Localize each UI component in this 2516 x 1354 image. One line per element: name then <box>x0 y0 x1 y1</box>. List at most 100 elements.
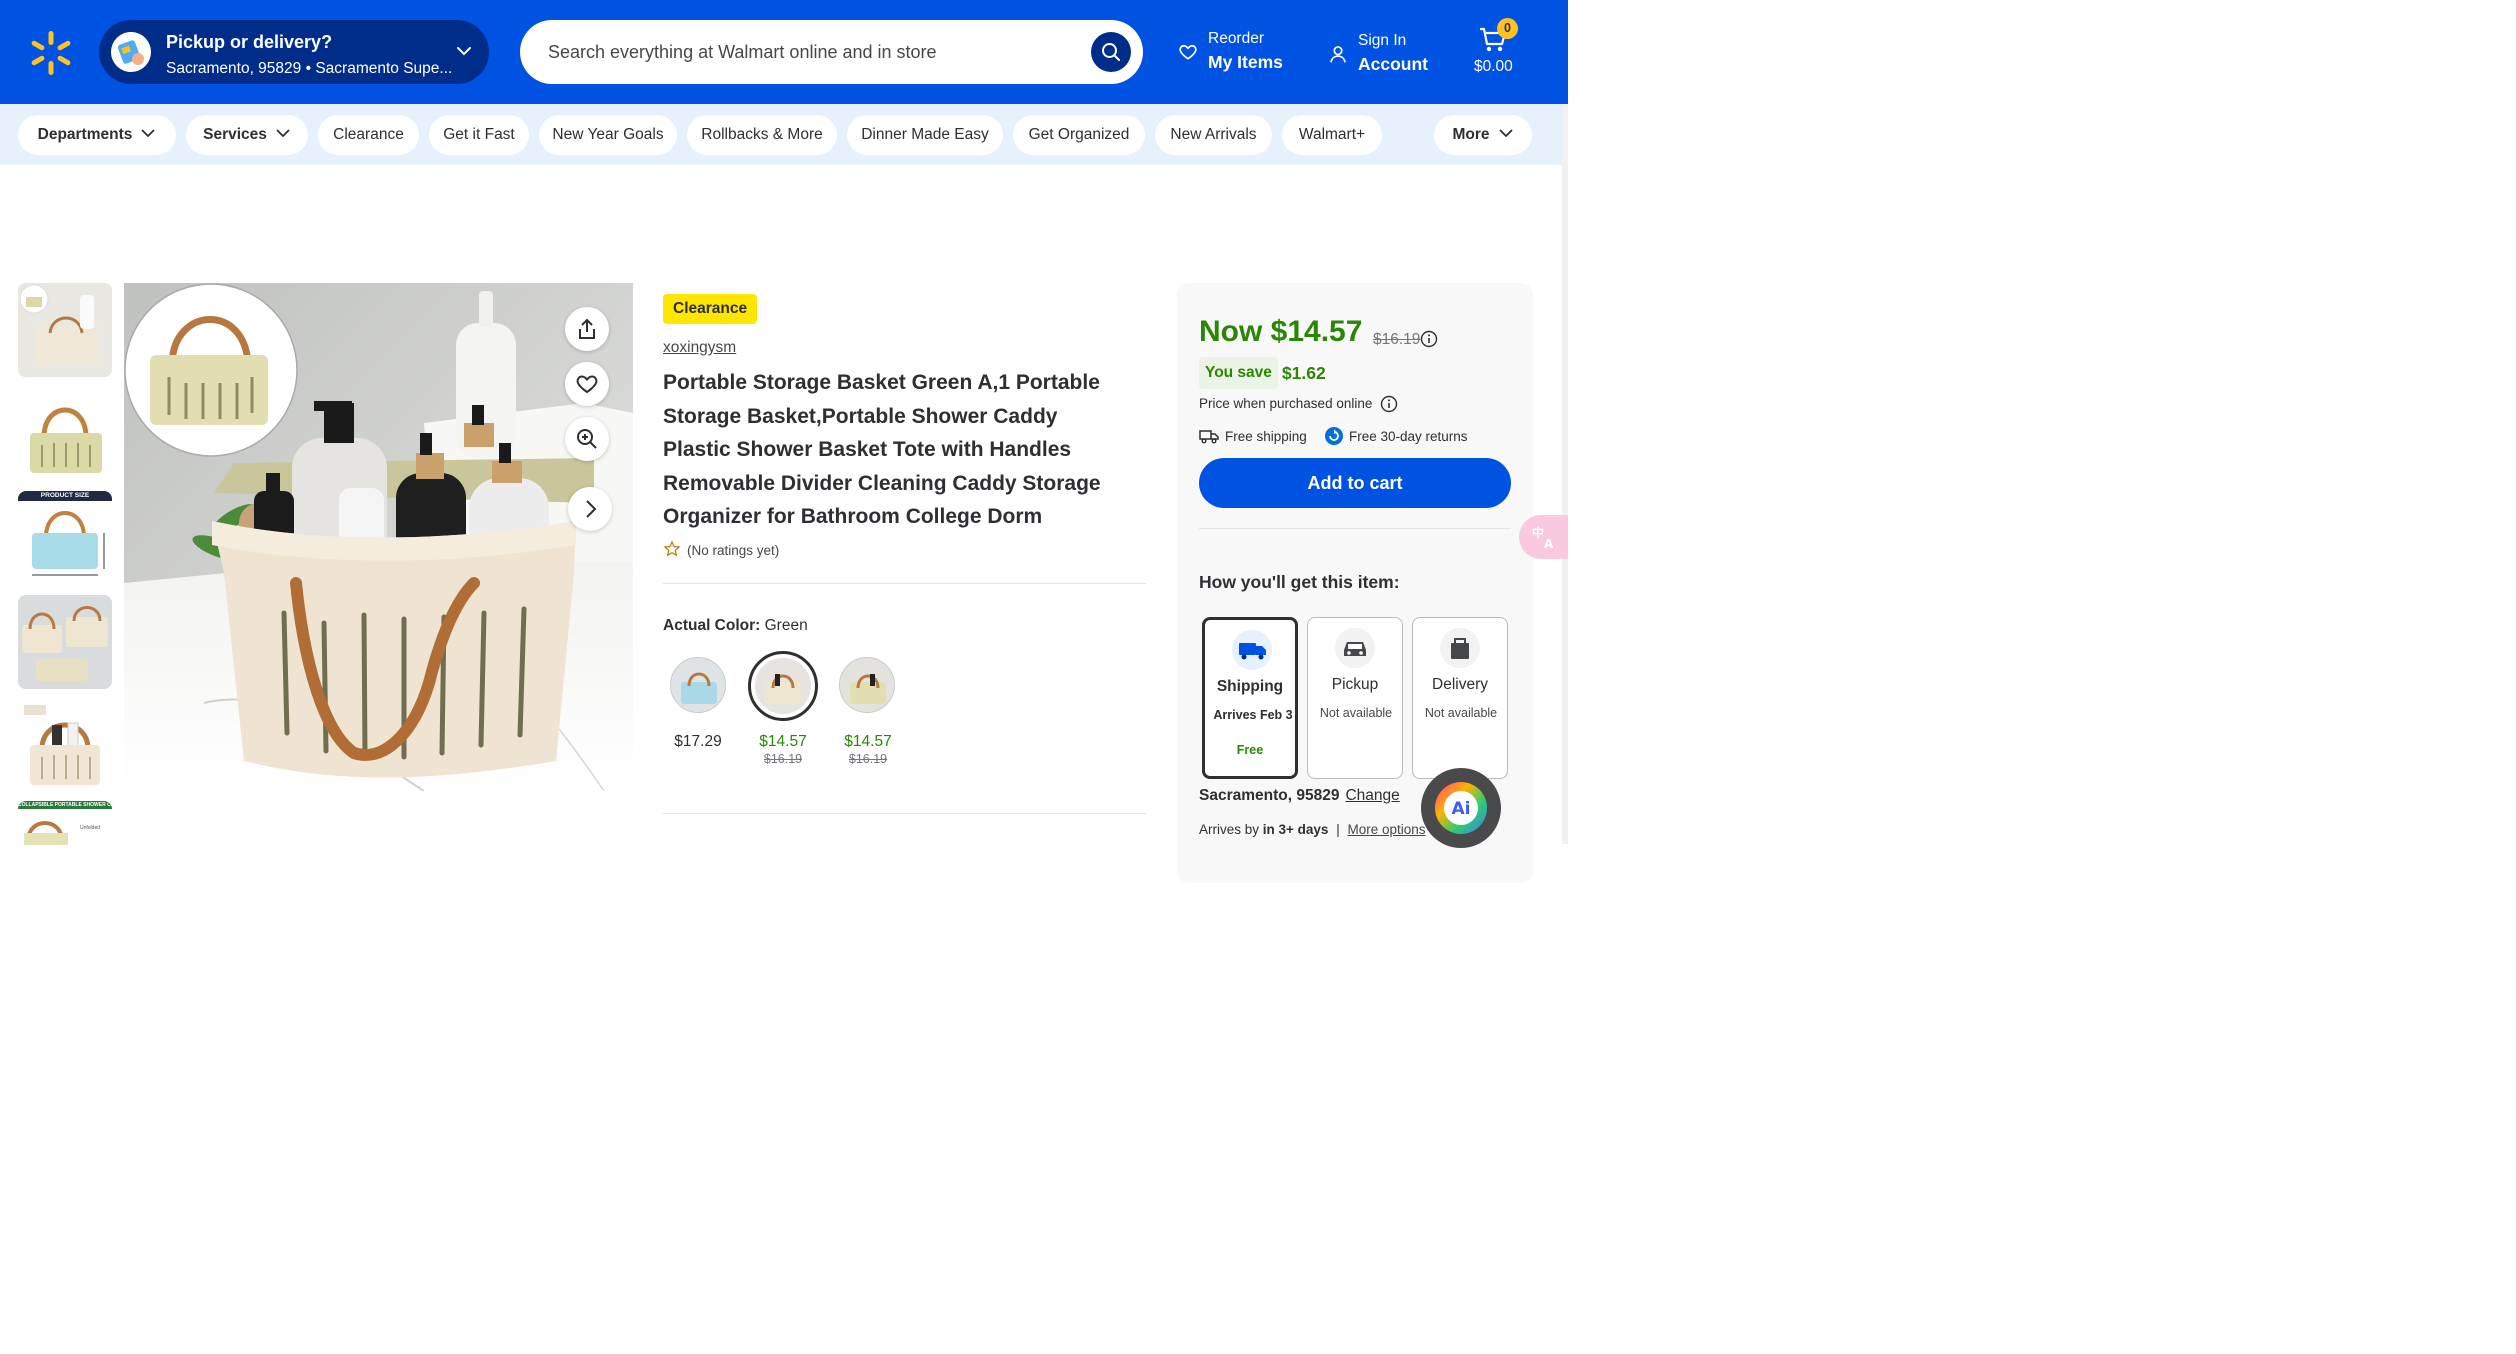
nav-item-walmart-plus[interactable]: Walmart+ <box>1282 115 1382 155</box>
returns-icon <box>1325 426 1343 445</box>
thumbnail-3[interactable]: PRODUCT SIZE <box>18 491 112 585</box>
nav-item-clearance[interactable]: Clearance <box>318 115 419 155</box>
separator: | <box>1336 822 1340 837</box>
zoom-button[interactable] <box>565 417 609 461</box>
swatch-3-price-value: $14.57 <box>844 733 892 750</box>
reorder-big: My Items <box>1208 52 1283 72</box>
cart-total: $0.00 <box>1474 58 1513 75</box>
rating-text: (No ratings yet) <box>687 543 780 558</box>
you-save-value: $1.62 <box>1281 363 1326 383</box>
chevron-down-icon <box>1498 129 1513 138</box>
swatch-2-price: $14.57 $16.19 <box>738 733 828 766</box>
search-icon <box>1102 43 1120 61</box>
delivery-bag-icon <box>1440 628 1480 668</box>
location-text: Sacramento, 95829 <box>1199 787 1340 804</box>
heart-icon <box>576 375 598 394</box>
swatch-3-old-price: $16.19 <box>848 752 888 766</box>
departments-label: Departments <box>37 126 133 143</box>
ai-assistant-button[interactable]: Ai <box>1421 768 1501 848</box>
thumbnail-4[interactable] <box>18 595 112 689</box>
fulfillment-heading: How you'll get this item: <box>1199 572 1400 592</box>
more-options-link[interactable]: More options <box>1348 822 1426 837</box>
share-button[interactable] <box>565 307 609 351</box>
nav-item-new-arrivals[interactable]: New Arrivals <box>1155 115 1272 155</box>
free-shipping-perk: Free shipping <box>1199 429 1307 444</box>
scrollbar-thumb[interactable] <box>1562 0 1568 104</box>
free-returns-text: Free 30-day returns <box>1349 429 1468 444</box>
product-title: Portable Storage Basket Green A,1 Portab… <box>663 371 1101 529</box>
color-label: Actual Color: <box>663 617 761 634</box>
nav-item-dinner-made-easy[interactable]: Dinner Made Easy <box>847 115 1003 155</box>
nav-item-rollbacks[interactable]: Rollbacks & More <box>687 115 837 155</box>
page-scrollbar[interactable] <box>1562 0 1568 844</box>
next-image-button[interactable] <box>568 487 612 531</box>
divider <box>1199 528 1511 529</box>
color-swatch-1[interactable] <box>670 657 726 713</box>
more-menu[interactable]: More <box>1434 115 1532 155</box>
nav-item-get-organized[interactable]: Get Organized <box>1013 115 1145 155</box>
info-icon[interactable] <box>1420 330 1438 348</box>
add-to-cart-button[interactable]: Add to cart <box>1199 458 1511 508</box>
cart-count-badge: 0 <box>1497 18 1518 39</box>
share-icon <box>579 318 595 339</box>
heart-icon <box>1179 44 1197 60</box>
thumbnail-2[interactable] <box>18 387 112 481</box>
chevron-right-icon <box>586 500 597 518</box>
services-menu[interactable]: Services <box>186 115 308 155</box>
shipping-truck-icon <box>1232 630 1272 670</box>
swatch-2-old-price: $16.19 <box>763 752 803 766</box>
svg-text:Ai: Ai <box>1452 799 1471 819</box>
nav-item-get-it-fast[interactable]: Get it Fast <box>429 115 529 155</box>
divider <box>663 583 1146 584</box>
info-icon[interactable] <box>1380 395 1398 413</box>
fulfillment-option-pickup[interactable]: Pickup Not available <box>1307 617 1403 779</box>
thumbnail-6-label: COLLAPSIBLE PORTABLE SHOWER CADDY <box>18 802 112 808</box>
nav-item-new-year-goals[interactable]: New Year Goals <box>539 115 677 155</box>
swatch-1-price: $17.29 <box>653 733 743 751</box>
thumbnail-6-sublabel: Unfolded <box>80 825 101 831</box>
arrives-prefix: Arrives by <box>1199 822 1260 837</box>
shipping-name: Shipping <box>1216 678 1284 695</box>
swatch-2-price-value: $14.57 <box>759 733 807 750</box>
free-shipping-text: Free shipping <box>1225 429 1307 444</box>
fulfillment-option-delivery[interactable]: Delivery Not available <box>1412 617 1508 779</box>
current-price: Now $14.57 <box>1199 315 1363 348</box>
pickup-delivery-selector[interactable]: Pickup or delivery? Sacramento, 95829 • … <box>99 20 489 84</box>
star-outline-icon <box>663 540 681 557</box>
departments-menu[interactable]: Departments <box>18 115 176 155</box>
thumbnail-5[interactable] <box>18 699 112 793</box>
services-label: Services <box>203 126 267 143</box>
change-location-link[interactable]: Change <box>1345 787 1399 804</box>
thumbnail-3-label: PRODUCT SIZE <box>40 492 90 499</box>
search-button[interactable] <box>1091 32 1131 72</box>
signin-small: Sign In <box>1358 32 1407 49</box>
brand-link[interactable]: xoxingysm <box>663 339 736 357</box>
translate-widget[interactable]: 中A <box>1519 515 1568 559</box>
pickup-status: Not available <box>1319 706 1393 720</box>
chevron-down-icon <box>457 47 471 56</box>
fulfillment-option-shipping[interactable]: Shipping Arrives Feb 3 Free <box>1202 617 1298 779</box>
swatch-1-price-value: $17.29 <box>674 733 722 750</box>
delivery-badge-icon <box>111 32 151 72</box>
color-swatch-2-selected[interactable] <box>748 651 818 721</box>
thumbnail-1[interactable] <box>18 283 112 377</box>
user-icon <box>1330 46 1346 63</box>
thumbnail-6[interactable]: COLLAPSIBLE PORTABLE SHOWER CADDY Unfold… <box>18 801 112 845</box>
shipping-arrival: Arrives Feb 3 <box>1213 708 1293 722</box>
search-input[interactable] <box>548 32 1088 72</box>
rating-summary[interactable]: (No ratings yet) <box>663 540 780 558</box>
sign-in-link[interactable]: Sign In Account <box>1328 32 1428 75</box>
svg-text:A: A <box>1544 537 1554 551</box>
favorite-button[interactable] <box>565 362 609 406</box>
signin-big: Account <box>1358 54 1428 74</box>
truck-icon <box>1199 430 1219 444</box>
main-product-image[interactable] <box>124 283 633 791</box>
savings: You save $1.62 <box>1199 357 1326 389</box>
color-selector-label: Actual Color: Green <box>663 617 808 635</box>
color-swatch-3[interactable] <box>839 657 895 713</box>
reorder-link[interactable]: Reorder My Items <box>1178 30 1283 73</box>
svg-text:中: 中 <box>1532 525 1544 540</box>
site-header: Pickup or delivery? Sacramento, 95829 • … <box>0 0 1562 104</box>
spark-logo-icon[interactable] <box>28 30 74 76</box>
search-bar <box>520 20 1143 84</box>
